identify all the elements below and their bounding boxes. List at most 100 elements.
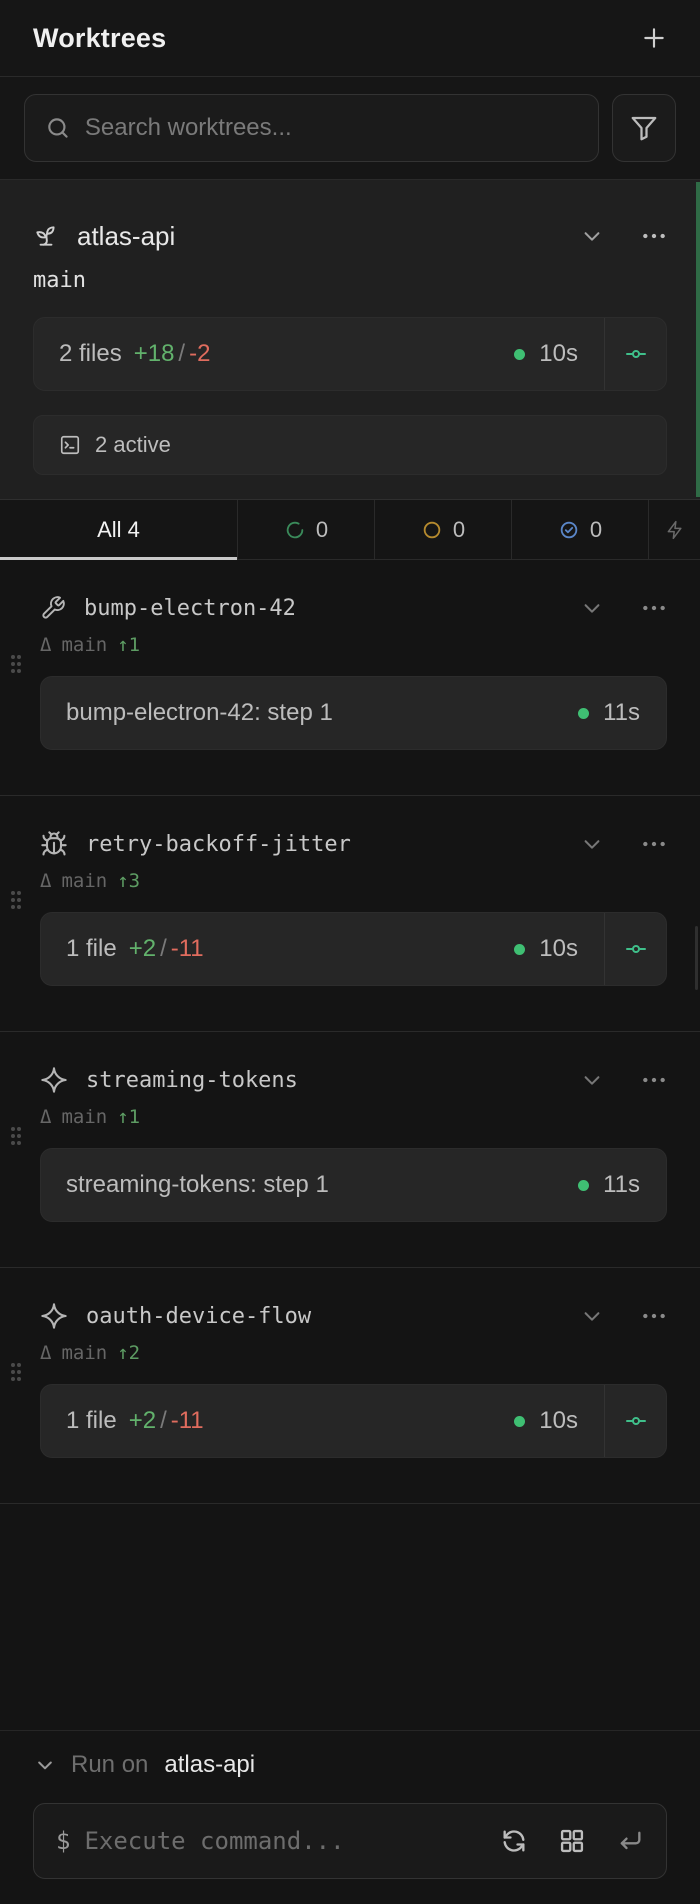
diff-separator: / bbox=[160, 935, 167, 962]
search-input[interactable] bbox=[84, 114, 578, 142]
page-title: Worktrees bbox=[33, 22, 167, 53]
worktree-name[interactable]: streaming-tokens bbox=[86, 1068, 298, 1093]
tab-quick[interactable] bbox=[649, 500, 700, 559]
lines-removed: -11 bbox=[170, 1407, 204, 1434]
tab-all[interactable]: All 4 bbox=[0, 500, 238, 560]
more-options-icon[interactable] bbox=[641, 1067, 667, 1093]
ahead-count: ↑2 bbox=[117, 1342, 140, 1364]
tab-done[interactable]: 0 bbox=[512, 500, 649, 559]
commit-button[interactable] bbox=[604, 318, 666, 390]
status-dot bbox=[578, 1179, 590, 1191]
worktree-item[interactable]: oauth-device-flow Δ main ↑2 1 file +2 / … bbox=[0, 1268, 700, 1504]
ahead-value: 2 bbox=[128, 1342, 141, 1364]
worktree-name[interactable]: retry-backoff-jitter bbox=[86, 832, 351, 857]
refresh-icon[interactable] bbox=[500, 1827, 528, 1855]
task-card[interactable]: streaming-tokens: step 1 11s bbox=[40, 1148, 667, 1222]
search-icon bbox=[48, 118, 68, 138]
base-branch: main bbox=[61, 1106, 108, 1128]
tab-label: 0 bbox=[315, 516, 329, 542]
task-label: streaming-tokens: step 1 bbox=[66, 1171, 329, 1198]
status-dot bbox=[514, 1415, 526, 1427]
changes-card[interactable]: 1 file +2 / -11 10s bbox=[40, 1384, 667, 1458]
delta-icon: Δ bbox=[40, 870, 52, 892]
changes-summary: 2 files +18 / -2 bbox=[34, 318, 514, 390]
base-branch: main bbox=[61, 1342, 108, 1364]
task-card[interactable]: bump-electron-42: step 1 11s bbox=[40, 676, 667, 750]
branch-info: Δ main ↑3 bbox=[0, 870, 700, 892]
chevron-down-icon[interactable] bbox=[581, 1305, 603, 1327]
active-terminals[interactable]: 2 active bbox=[33, 415, 667, 475]
git-commit-icon bbox=[625, 1417, 646, 1425]
worktree-item[interactable]: retry-backoff-jitter Δ main ↑3 1 file +2… bbox=[0, 796, 700, 1032]
scrollbar-thumb[interactable] bbox=[695, 926, 698, 990]
task-label: bump-electron-42: step 1 bbox=[66, 699, 333, 726]
arrow-up-icon: ↑ bbox=[117, 634, 129, 656]
elapsed-time: 11s bbox=[603, 1171, 640, 1198]
file-count: 1 file bbox=[66, 1407, 117, 1434]
current-worktree-name[interactable]: atlas-api bbox=[77, 221, 175, 252]
arrow-up-icon: ↑ bbox=[117, 870, 129, 892]
base-branch: main bbox=[61, 870, 108, 892]
drag-handle-icon[interactable] bbox=[10, 654, 22, 674]
status-dot bbox=[578, 707, 590, 719]
terminal-icon bbox=[60, 435, 80, 455]
prompt-symbol: $ bbox=[56, 1827, 71, 1855]
elapsed-time: 10s bbox=[539, 340, 578, 367]
pending-circle-icon bbox=[423, 521, 441, 538]
sparkle-icon bbox=[41, 1303, 67, 1329]
chevron-down-icon[interactable] bbox=[581, 225, 603, 247]
chevron-down-icon[interactable] bbox=[581, 833, 603, 855]
changes-card[interactable]: 1 file +2 / -11 10s bbox=[40, 912, 667, 986]
status-dot bbox=[514, 348, 526, 360]
filter-button[interactable] bbox=[612, 94, 676, 162]
worktree-name[interactable]: oauth-device-flow bbox=[86, 1304, 311, 1329]
delta-icon: Δ bbox=[40, 1106, 52, 1128]
elapsed-time: 11s bbox=[603, 699, 640, 726]
tab-running[interactable]: 0 bbox=[238, 500, 375, 559]
tab-pending[interactable]: 0 bbox=[375, 500, 512, 559]
grid-icon[interactable] bbox=[558, 1827, 586, 1855]
lines-removed: -2 bbox=[189, 340, 211, 367]
wrench-icon bbox=[42, 596, 65, 619]
worktree-name[interactable]: bump-electron-42 bbox=[84, 596, 296, 621]
running-circle-icon bbox=[286, 521, 304, 538]
more-options-icon[interactable] bbox=[641, 1303, 667, 1329]
file-count: 1 file bbox=[66, 935, 117, 962]
worktree-item[interactable]: streaming-tokens Δ main ↑1 streaming-tok… bbox=[0, 1032, 700, 1268]
command-panel: Run on atlas-api $ bbox=[0, 1730, 700, 1904]
drag-handle-icon[interactable] bbox=[10, 1126, 22, 1146]
more-options-icon[interactable] bbox=[641, 223, 667, 249]
commit-button[interactable] bbox=[604, 1385, 666, 1457]
ahead-value: 3 bbox=[128, 870, 141, 892]
add-worktree-button[interactable] bbox=[641, 25, 667, 51]
more-options-icon[interactable] bbox=[641, 831, 667, 857]
more-options-icon[interactable] bbox=[641, 595, 667, 621]
file-count: 2 files bbox=[59, 340, 122, 367]
drag-handle-icon[interactable] bbox=[10, 890, 22, 910]
chevron-down-icon[interactable] bbox=[581, 597, 603, 619]
diff-separator: / bbox=[160, 1407, 167, 1434]
drag-handle-icon[interactable] bbox=[10, 1362, 22, 1382]
sparkle-icon bbox=[41, 1067, 67, 1093]
commit-button[interactable] bbox=[604, 913, 666, 985]
lightning-icon bbox=[667, 520, 682, 539]
diff-separator: / bbox=[178, 340, 186, 367]
enter-icon[interactable] bbox=[616, 1827, 644, 1855]
elapsed-time: 10s bbox=[539, 1407, 578, 1434]
status: 10s bbox=[514, 318, 604, 390]
search-box bbox=[24, 94, 599, 162]
run-on-selector[interactable]: Run on atlas-api bbox=[0, 1731, 700, 1799]
filter-icon bbox=[631, 116, 657, 141]
chevron-down-icon[interactable] bbox=[581, 1069, 603, 1091]
branch-info: Δ main ↑2 bbox=[0, 1342, 700, 1364]
changes-card[interactable]: 2 files +18 / -2 10s bbox=[33, 317, 667, 391]
bug-icon bbox=[41, 831, 67, 856]
sprout-icon bbox=[36, 226, 55, 246]
tab-label: 0 bbox=[452, 516, 466, 542]
current-worktree-card[interactable]: atlas-api main 2 files +18 / -2 10s 2 ac… bbox=[0, 179, 700, 500]
worktree-item[interactable]: bump-electron-42 Δ main ↑1 bump-electron… bbox=[0, 560, 700, 796]
branch-info: Δ main ↑1 bbox=[0, 634, 700, 656]
active-accent-bar bbox=[696, 182, 700, 497]
command-input[interactable] bbox=[84, 1827, 486, 1855]
base-branch: main bbox=[61, 634, 108, 656]
